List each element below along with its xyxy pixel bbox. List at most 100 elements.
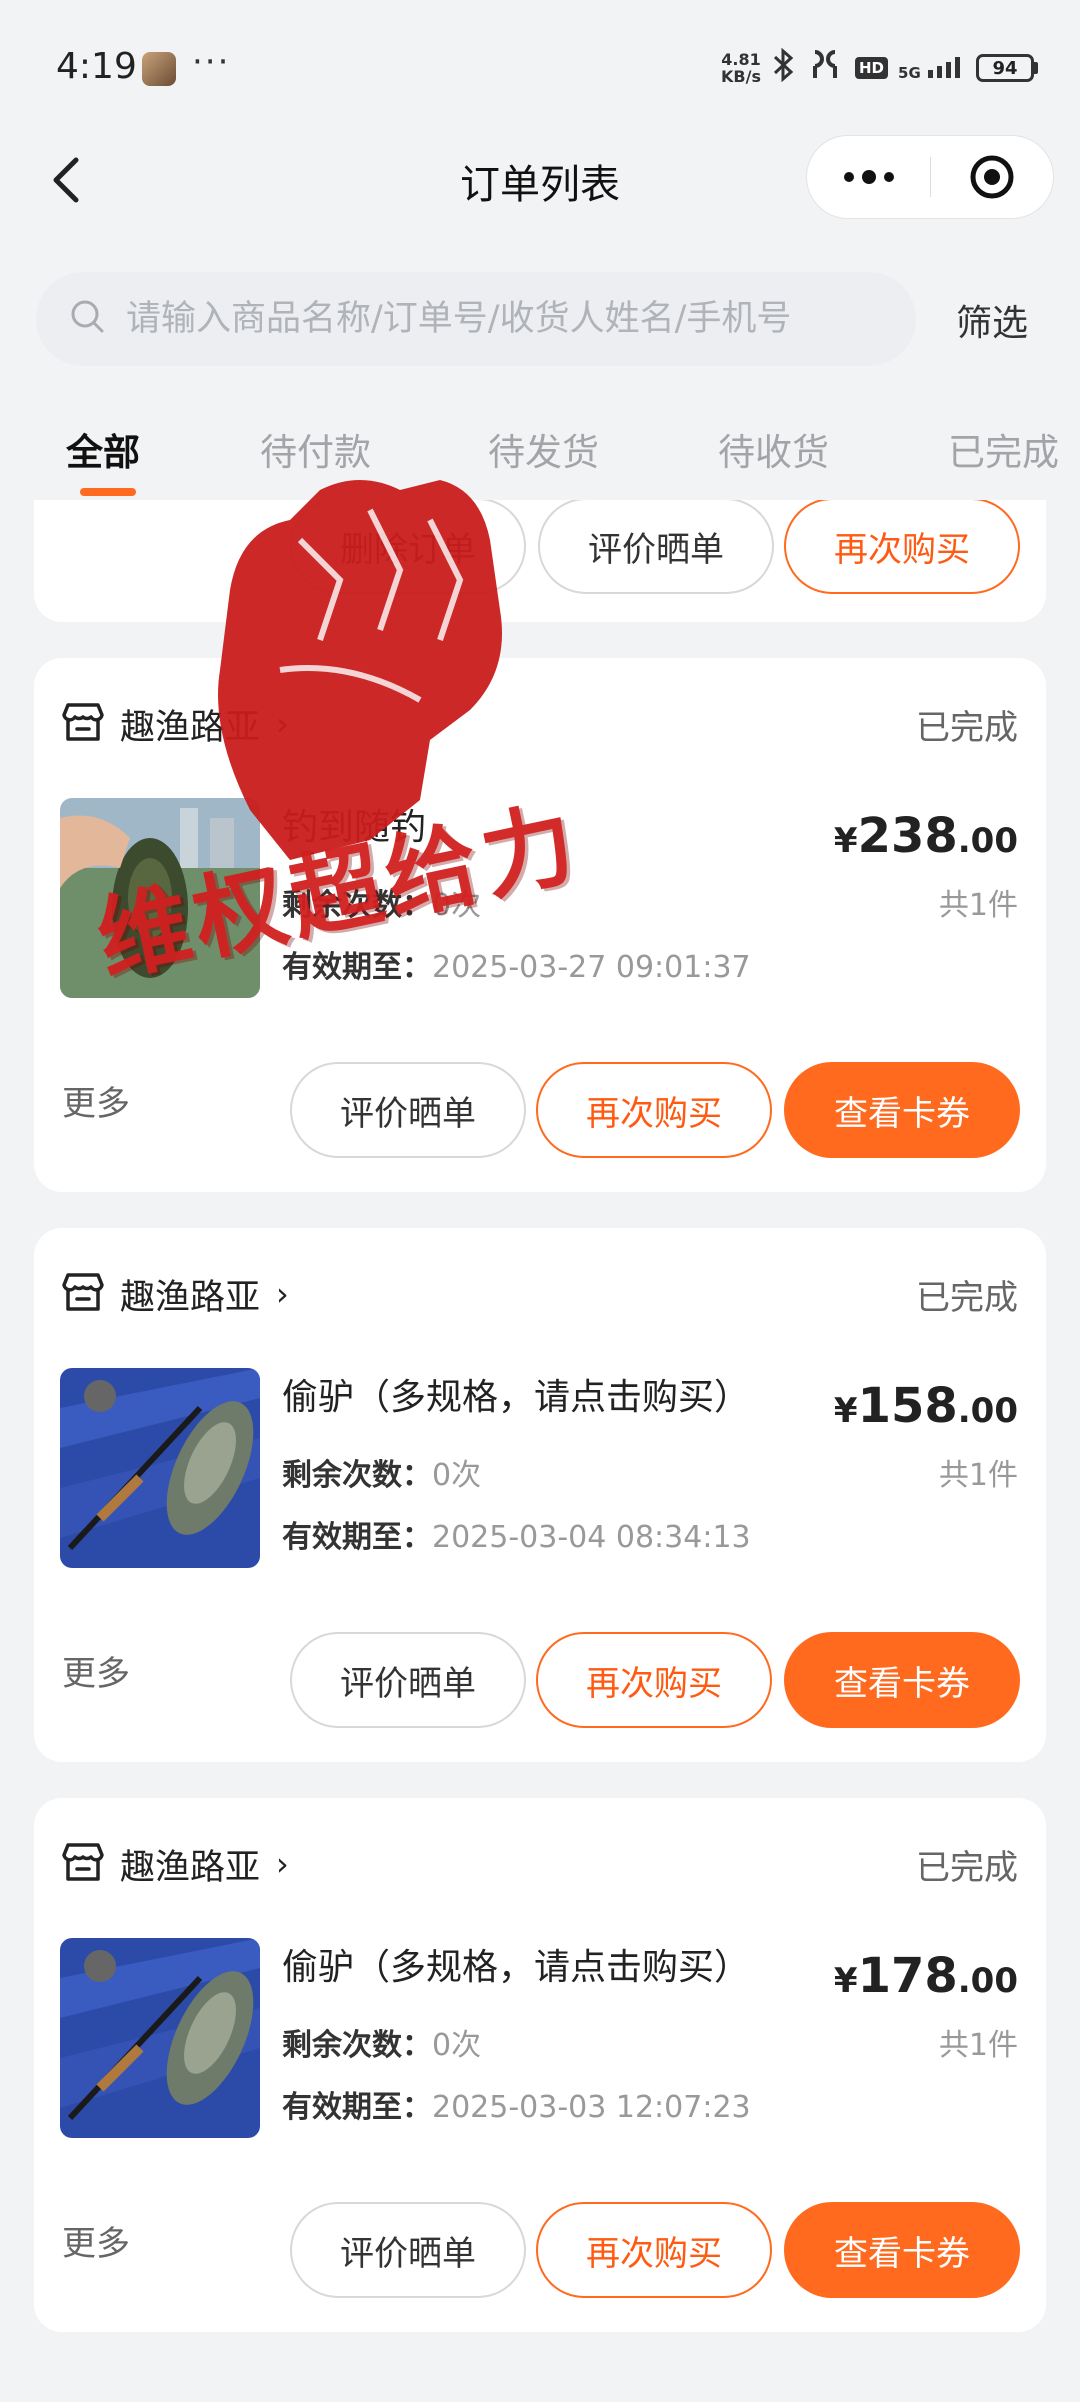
expiry-value: 2025-03-27 09:01:37 [432, 950, 751, 985]
price-decimal: .00 [957, 821, 1018, 861]
order-price: ¥238.00 [834, 808, 1018, 864]
order-card[interactable]: 趣渔路亚 › 已完成 钓到随钓 剩余次数：0次 有效期至：2025-03-27 … [34, 658, 1046, 1192]
remaining-count: 剩余次数：0次 [282, 2020, 481, 2064]
store-link[interactable]: 趣渔路亚 › [60, 698, 289, 750]
status-bar: 4:19 ··· 4.81 KB/s HD 5G 94 [0, 0, 1080, 130]
search-row: 筛选 [0, 272, 1080, 368]
tab-pending-payment[interactable]: 待付款 [260, 422, 371, 476]
search-bar[interactable] [36, 272, 916, 366]
remaining-label: 剩余次数： [282, 888, 432, 923]
store-name: 趣渔路亚 [120, 1847, 261, 1888]
expiry-date: 有效期至：2025-03-03 12:07:23 [282, 2082, 751, 2126]
search-input[interactable] [126, 299, 916, 339]
rebuy-button[interactable]: 再次购买 [536, 2202, 772, 2298]
order-card[interactable]: 趣渔路亚 › 已完成 偷驴（多规格，请点击购买） 剩余次数：0次 有效期至：20… [34, 1228, 1046, 1762]
rebuy-button[interactable]: 再次购买 [784, 500, 1020, 594]
item-count: 共1件 [938, 888, 1018, 923]
chevron-right-icon: › [276, 705, 289, 743]
network-type: 5G [898, 63, 921, 82]
tab-all[interactable]: 全部 [66, 422, 140, 476]
delete-order-button[interactable]: 删除订单 [290, 500, 526, 594]
order-card[interactable]: 趣渔路亚 › 已完成 偷驴（多规格，请点击购买） 剩余次数：0次 有效期至：20… [34, 1798, 1046, 2332]
tab-pending-receipt[interactable]: 待收货 [718, 422, 829, 476]
network-speed-unit: KB/s [721, 67, 761, 86]
search-icon [68, 297, 108, 341]
order-price: ¥178.00 [834, 1948, 1018, 2004]
store-icon [60, 1839, 106, 1889]
order-status: 已完成 [916, 1278, 1018, 1318]
item-count: 共1件 [938, 2028, 1018, 2063]
view-coupon-button[interactable]: 查看卡券 [784, 1632, 1020, 1728]
product-name[interactable]: 偷驴（多规格，请点击购买） [282, 1368, 750, 1420]
product-image[interactable] [60, 1938, 260, 2138]
bluetooth-icon [771, 47, 797, 89]
remaining-value: 0次 [432, 1458, 482, 1493]
order-card-partial: 删除订单 评价晒单 再次购买 [34, 500, 1046, 622]
earbuds-icon [807, 48, 845, 89]
price-integer: 178 [857, 1948, 958, 2004]
price-integer: 238 [857, 808, 958, 864]
remaining-value: 0次 [432, 2028, 482, 2063]
product-name[interactable]: 钓到随钓 [282, 798, 426, 850]
view-coupon-button[interactable]: 查看卡券 [784, 2202, 1020, 2298]
cellular-signal-icon: 5G [898, 56, 966, 81]
miniprogram-capsule [806, 135, 1054, 219]
review-button[interactable]: 评价晒单 [538, 500, 774, 594]
order-tabs: 全部 待付款 待发货 待收货 已完成 [0, 410, 1080, 502]
store-name: 趣渔路亚 [120, 707, 261, 748]
chevron-right-icon: › [276, 1275, 289, 1313]
product-image[interactable] [60, 798, 260, 998]
more-dots-icon[interactable] [807, 135, 930, 219]
price-integer: 158 [857, 1378, 958, 1434]
store-icon [60, 699, 106, 749]
notification-app-icon [142, 52, 176, 86]
price-currency: ¥ [833, 1391, 858, 1431]
remaining-value: 0次 [432, 888, 482, 923]
network-speed: 4.81 KB/s [721, 51, 761, 85]
product-image[interactable] [60, 1368, 260, 1568]
order-status: 已完成 [916, 1848, 1018, 1888]
product-name[interactable]: 偷驴（多规格，请点击购买） [282, 1938, 750, 1990]
review-button[interactable]: 评价晒单 [290, 2202, 526, 2298]
network-speed-value: 4.81 [721, 50, 761, 69]
order-price: ¥158.00 [834, 1378, 1018, 1434]
expiry-value: 2025-03-04 08:34:13 [432, 1520, 751, 1555]
expiry-value: 2025-03-03 12:07:23 [432, 2090, 751, 2125]
item-count: 共1件 [938, 1458, 1018, 1493]
target-circle-icon[interactable] [931, 135, 1053, 219]
store-link[interactable]: 趣渔路亚 › [60, 1838, 289, 1890]
filter-button[interactable]: 筛选 [956, 294, 1028, 346]
price-currency: ¥ [833, 821, 858, 861]
rebuy-button[interactable]: 再次购买 [536, 1062, 772, 1158]
expiry-date: 有效期至：2025-03-27 09:01:37 [282, 942, 751, 986]
more-link[interactable]: 更多 [62, 1076, 130, 1125]
rebuy-button[interactable]: 再次购买 [536, 1632, 772, 1728]
price-decimal: .00 [957, 1961, 1018, 2001]
expiry-label: 有效期至： [282, 1520, 432, 1555]
status-indicators: 4.81 KB/s HD 5G 94 [721, 46, 1038, 90]
tab-completed[interactable]: 已完成 [948, 422, 1059, 476]
nav-bar: 订单列表 [0, 130, 1080, 240]
tab-pending-shipment[interactable]: 待发货 [488, 422, 599, 476]
review-button[interactable]: 评价晒单 [290, 1632, 526, 1728]
store-name: 趣渔路亚 [120, 1277, 261, 1318]
remaining-count: 剩余次数：0次 [282, 1450, 481, 1494]
store-link[interactable]: 趣渔路亚 › [60, 1268, 289, 1320]
view-coupon-button[interactable]: 查看卡券 [784, 1062, 1020, 1158]
order-list: 删除订单 评价晒单 再次购买 趣渔路亚 › 已完成 钓到随钓 剩余次数：0次 有… [0, 500, 1080, 2402]
price-currency: ¥ [833, 1961, 858, 2001]
expiry-label: 有效期至： [282, 2090, 432, 2125]
more-link[interactable]: 更多 [62, 1646, 130, 1695]
expiry-date: 有效期至：2025-03-04 08:34:13 [282, 1512, 751, 1556]
remaining-count: 剩余次数：0次 [282, 880, 481, 924]
battery-icon: 94 [976, 54, 1038, 82]
expiry-label: 有效期至： [282, 950, 432, 985]
store-icon [60, 1269, 106, 1319]
status-time: 4:19 [56, 46, 137, 87]
more-notifications-icon: ··· [192, 42, 231, 82]
remaining-label: 剩余次数： [282, 2028, 432, 2063]
review-button[interactable]: 评价晒单 [290, 1062, 526, 1158]
hd-badge: HD [855, 57, 889, 79]
more-link[interactable]: 更多 [62, 2216, 130, 2265]
remaining-label: 剩余次数： [282, 1458, 432, 1493]
